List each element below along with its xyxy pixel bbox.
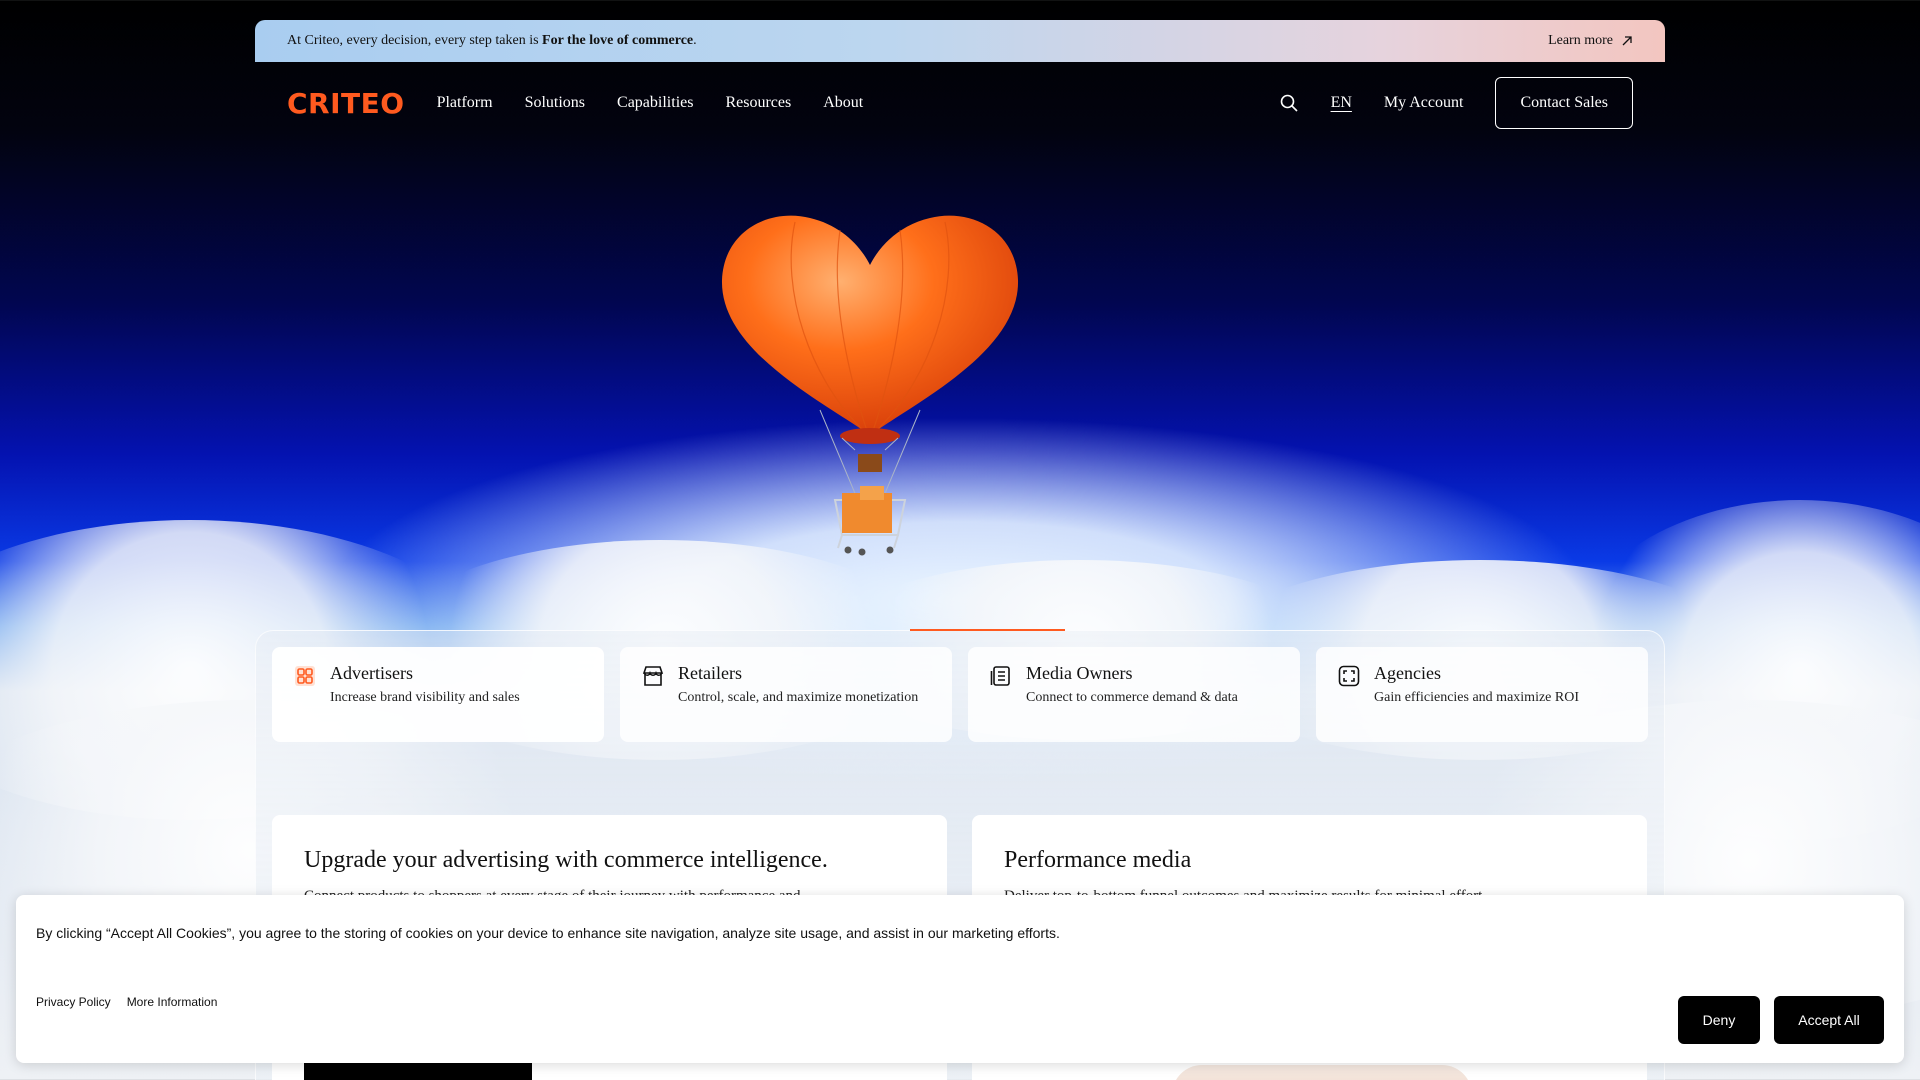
nav-solutions[interactable]: Solutions (525, 94, 585, 112)
audience-description: Control, scale, and maximize monetizatio… (678, 689, 919, 705)
announcement-text: At Criteo, every decision, every step ta… (287, 33, 697, 49)
learn-more-link[interactable]: Learn more (1548, 33, 1633, 49)
announcement-bar: At Criteo, every decision, every step ta… (255, 20, 1665, 62)
audience-title: Retailers (678, 663, 742, 683)
audience-card-retailers[interactable]: Retailers Control, scale, and maximize m… (620, 647, 952, 742)
search-icon[interactable] (1279, 93, 1299, 113)
privacy-policy-link[interactable]: Privacy Policy (36, 995, 111, 1009)
audience-card-media-owners[interactable]: Media Owners Connect to commerce demand … (968, 647, 1300, 742)
announcement-prefix: At Criteo, every decision, every step ta… (287, 33, 543, 48)
audience-card-advertisers[interactable]: Advertisers Increase brand visibility an… (272, 647, 604, 742)
audience-card-agencies[interactable]: Agencies Gain efficiencies and maximize … (1316, 647, 1648, 742)
language-selector[interactable]: EN (1331, 94, 1352, 112)
nav-resources[interactable]: Resources (725, 94, 791, 112)
nav-capabilities[interactable]: Capabilities (617, 94, 693, 112)
document-icon (990, 666, 1010, 686)
nav-utilities: EN My Account Contact Sales (1279, 77, 1633, 129)
storefront-icon (642, 666, 664, 686)
audience-description: Gain efficiencies and maximize ROI (1374, 689, 1579, 705)
nav-links: Platform Solutions Capabilities Resource… (437, 94, 864, 112)
arrow-up-right-icon (1622, 36, 1632, 46)
accept-all-button[interactable]: Accept All (1774, 996, 1884, 1044)
audience-description: Increase brand visibility and sales (330, 689, 520, 705)
audience-title: Advertisers (330, 663, 413, 683)
learn-more-label: Learn more (1548, 33, 1613, 48)
deny-button[interactable]: Deny (1678, 996, 1760, 1044)
grid-icon (295, 666, 315, 686)
contact-sales-button[interactable]: Contact Sales (1495, 77, 1633, 129)
nav-about[interactable]: About (823, 94, 863, 112)
announcement-suffix: . (693, 33, 697, 48)
cookie-banner: By clicking “Accept All Cookies”, you ag… (16, 895, 1904, 1063)
audience-selector: Advertisers Increase brand visibility an… (272, 647, 1648, 742)
cookie-links: Privacy Policy More Information (36, 995, 217, 1009)
criteo-logo[interactable]: CRITEO (287, 87, 405, 120)
frame-icon (1338, 665, 1360, 687)
audience-description: Connect to commerce demand & data (1026, 689, 1238, 705)
info-card-title: Upgrade your advertising with commerce i… (304, 847, 828, 873)
nav-platform[interactable]: Platform (437, 94, 493, 112)
info-card-title: Performance media (1004, 847, 1192, 873)
my-account-link[interactable]: My Account (1384, 94, 1464, 112)
heart-balloon-image (721, 215, 1019, 556)
more-information-link[interactable]: More Information (127, 995, 218, 1009)
audience-title: Media Owners (1026, 663, 1133, 683)
active-tab-indicator (910, 629, 1065, 631)
announcement-emphasis: For the love of commerce (542, 33, 694, 48)
info-card-illustration (1172, 1065, 1472, 1080)
cookie-message: By clicking “Accept All Cookies”, you ag… (36, 925, 1060, 941)
audience-title: Agencies (1374, 663, 1441, 683)
main-nav: CRITEO Platform Solutions Capabilities R… (255, 62, 1665, 144)
